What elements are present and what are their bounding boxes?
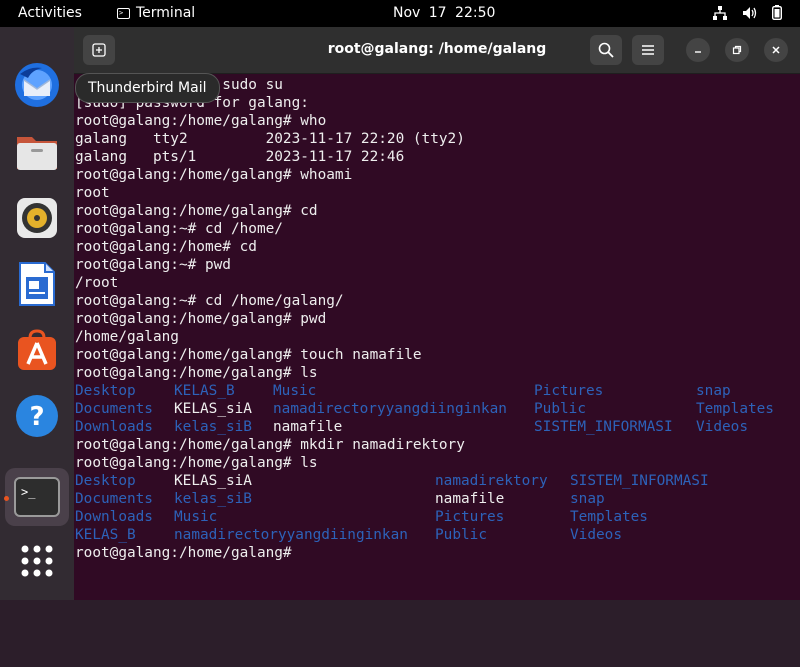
- directory-entry: KELAS_B: [75, 527, 136, 543]
- svg-text:>_: >_: [21, 485, 36, 499]
- directory-entry: Videos: [696, 419, 748, 435]
- dock-rhythmbox[interactable]: [5, 189, 69, 247]
- directory-entry: Downloads: [75, 509, 153, 525]
- directory-entry: namadirektory: [435, 473, 548, 489]
- directory-entry: snap: [570, 491, 605, 507]
- directory-entry: Pictures: [435, 509, 505, 525]
- thunderbird-icon: [15, 63, 59, 107]
- terminal-line: galang tty2 2023-11-17 22:20 (tty2): [75, 131, 465, 147]
- app-menu[interactable]: > Terminal: [117, 5, 195, 21]
- app-name: Terminal: [136, 5, 196, 21]
- menu-button[interactable]: [632, 35, 664, 65]
- directory-entry: Templates: [696, 401, 774, 417]
- terminal-prompt: root@galang:/home/galang#: [75, 545, 292, 561]
- terminal-line: root@galang:~# cd /home/: [75, 221, 283, 237]
- dock-ubuntu-software[interactable]: [5, 321, 69, 379]
- directory-entry: SISTEM_INFORMASI: [534, 419, 673, 435]
- terminal-line: galang pts/1 2023-11-17 22:46: [75, 149, 405, 165]
- dock-files[interactable]: [5, 123, 69, 181]
- file-entry: KELAS_siA: [174, 473, 252, 489]
- terminal-line: root@galang:/home# cd: [75, 239, 257, 255]
- apps-grid-icon: [21, 545, 53, 577]
- directory-entry: Desktop: [75, 383, 136, 399]
- file-entry: namafile: [435, 491, 505, 507]
- top-bar: Activities > Terminal Nov 17 22:50: [0, 0, 800, 27]
- directory-entry: namadirectoryyangdiinginkan: [273, 401, 507, 417]
- maximize-button[interactable]: [725, 38, 749, 62]
- dock-thunderbird[interactable]: [5, 56, 69, 114]
- terminal-line: /home/galang: [75, 329, 179, 345]
- terminal-line: root@galang:/home/galang# pwd: [75, 311, 327, 327]
- directory-entry: SISTEM_INFORMASI: [570, 473, 709, 489]
- restore-icon: [732, 45, 742, 55]
- terminal-window: root@galang: /home/galang galang@galang:…: [74, 27, 800, 600]
- directory-entry: Pictures: [534, 383, 604, 399]
- file-entry: KELAS_siA: [174, 401, 252, 417]
- terminal-line: root@galang:~# pwd: [75, 257, 231, 273]
- battery-icon: [772, 5, 782, 20]
- terminal-line: root@galang:/home/galang# ls: [75, 365, 318, 381]
- minimize-icon: [695, 51, 701, 53]
- dock-show-applications[interactable]: [5, 532, 69, 590]
- dock: ? >_: [0, 27, 74, 600]
- terminal-line: root@galang:/home/galang# ls: [75, 455, 318, 471]
- terminal-app-icon: >_: [14, 477, 60, 517]
- terminal-output[interactable]: galang@galang:~$ sudo su [sudo] password…: [74, 73, 800, 600]
- terminal-line: root@galang:/home/galang# who: [75, 113, 327, 129]
- directory-entry: Public: [435, 527, 487, 543]
- terminal-line: root@galang:~# cd /home/galang/: [75, 293, 344, 309]
- terminal-line: root@galang:/home/galang# touch namafile: [75, 347, 422, 363]
- directory-entry: snap: [696, 383, 731, 399]
- directory-entry: Public: [534, 401, 586, 417]
- file-entry: namafile: [273, 419, 343, 435]
- terminal-line: root: [75, 185, 110, 201]
- clock[interactable]: Nov 17 22:50: [393, 5, 495, 21]
- directory-entry: Templates: [570, 509, 648, 525]
- directory-entry: Documents: [75, 491, 153, 507]
- directory-entry: KELAS_B: [174, 383, 235, 399]
- running-indicator: [4, 496, 9, 501]
- writer-icon: [19, 262, 55, 306]
- header-bar[interactable]: root@galang: /home/galang: [74, 27, 800, 74]
- directory-entry: namadirectoryyangdiinginkan: [174, 527, 408, 543]
- minimize-button[interactable]: [686, 38, 710, 62]
- directory-entry: Music: [174, 509, 218, 525]
- directory-entry: Documents: [75, 401, 153, 417]
- software-store-icon: [18, 329, 56, 370]
- network-icon: [712, 5, 728, 20]
- close-button[interactable]: [764, 38, 788, 62]
- dock-terminal[interactable]: >_: [5, 468, 69, 526]
- files-icon: [17, 137, 57, 170]
- terminal-line: /root: [75, 275, 119, 291]
- directory-entry: Videos: [570, 527, 622, 543]
- terminal-icon: >: [117, 7, 130, 19]
- dock-tooltip: Thunderbird Mail: [75, 73, 220, 103]
- system-tray[interactable]: [712, 5, 782, 20]
- search-icon: [598, 42, 614, 58]
- dock-help[interactable]: ?: [5, 387, 69, 445]
- directory-entry: Music: [273, 383, 317, 399]
- dock-libreoffice-writer[interactable]: [5, 255, 69, 313]
- rhythmbox-icon: [17, 198, 57, 238]
- terminal-line: root@galang:/home/galang# whoami: [75, 167, 353, 183]
- activities-button[interactable]: Activities: [18, 5, 82, 21]
- help-icon: ?: [16, 395, 58, 437]
- terminal-line: root@galang:/home/galang# mkdir namadire…: [75, 437, 465, 453]
- volume-icon: [742, 6, 758, 20]
- svg-text:?: ?: [29, 402, 44, 432]
- directory-entry: Downloads: [75, 419, 153, 435]
- terminal-line: root@galang:/home/galang# cd: [75, 203, 318, 219]
- close-icon: [772, 46, 780, 54]
- directory-entry: Desktop: [75, 473, 136, 489]
- directory-entry: kelas_siB: [174, 491, 252, 507]
- hamburger-icon: [642, 45, 654, 55]
- search-button[interactable]: [590, 35, 622, 65]
- directory-entry: kelas_siB: [174, 419, 252, 435]
